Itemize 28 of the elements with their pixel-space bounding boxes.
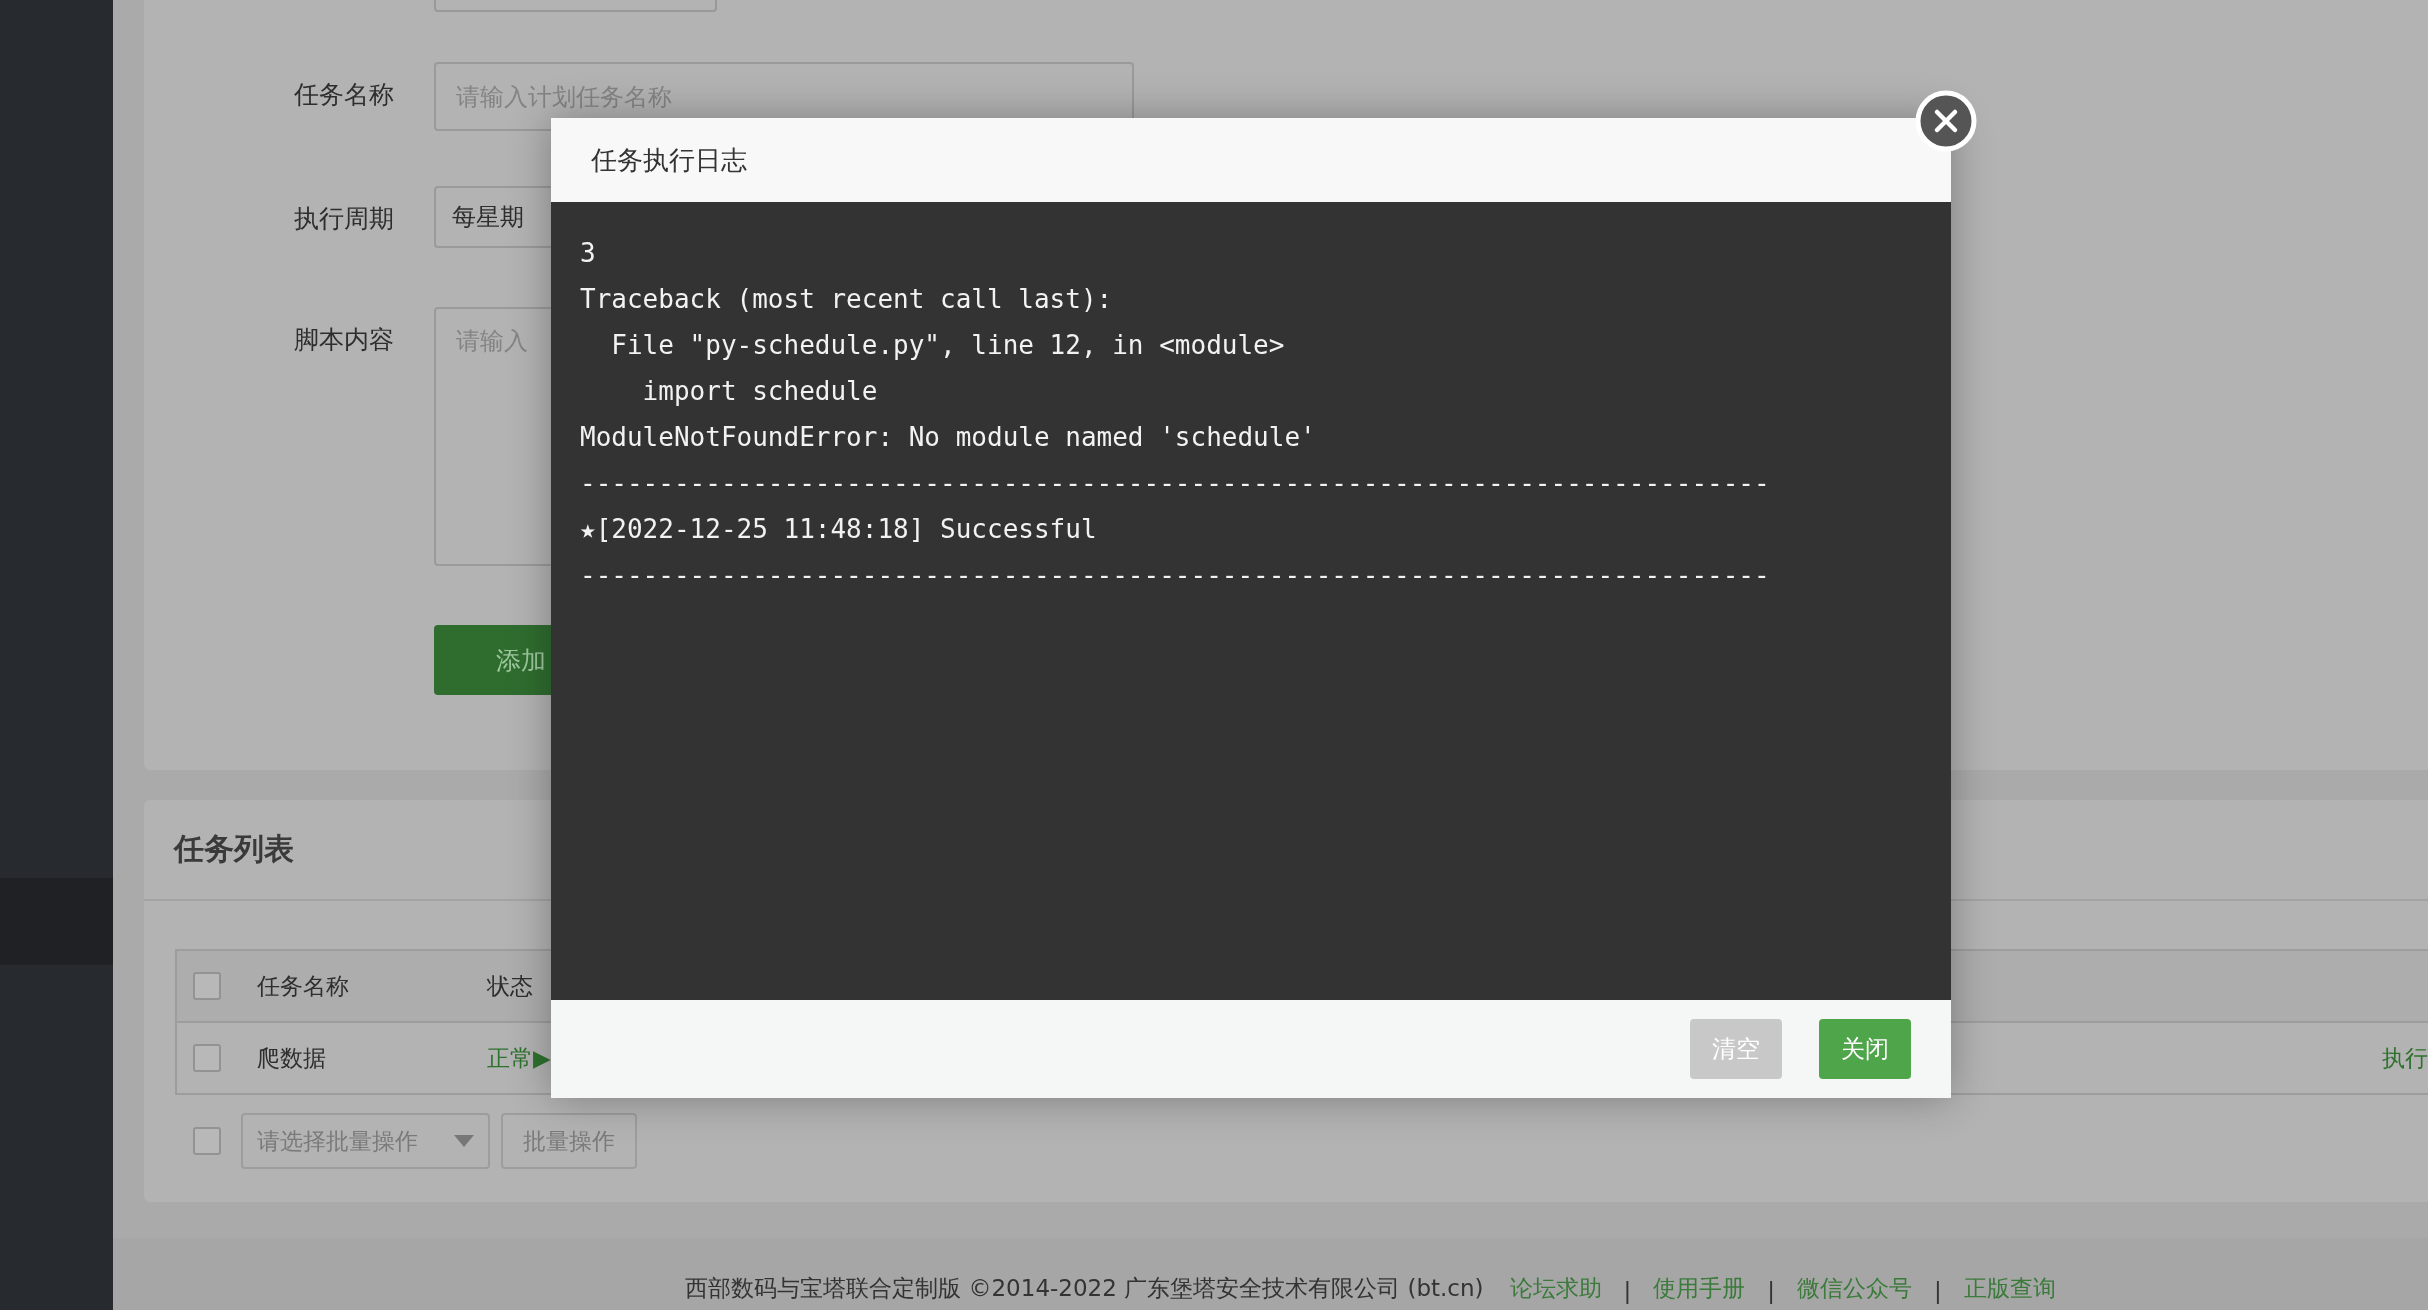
separator: | bbox=[1623, 1278, 1632, 1304]
caret-icon bbox=[454, 1135, 474, 1147]
column-header: 状态 bbox=[487, 971, 533, 1001]
column-header: 任务名称 bbox=[257, 971, 350, 1001]
log-line: File "py-schedule.py", line 12, in <module> bbox=[610, 329, 1285, 362]
dialog-button[interactable]: 关闭 bbox=[1819, 1019, 1911, 1079]
dialog-title: 任务执行日志 bbox=[591, 143, 747, 177]
batch-button[interactable]: 批量操作 bbox=[501, 1113, 637, 1169]
footer-link[interactable]: 微信公众号 bbox=[1797, 1273, 1913, 1304]
footer-link[interactable]: 正版查询 bbox=[1963, 1273, 2056, 1304]
separator: | bbox=[1767, 1278, 1776, 1304]
checkbox[interactable] bbox=[193, 1127, 221, 1155]
field-label: 任务名称 bbox=[293, 79, 395, 111]
field-label: 脚本内容 bbox=[293, 324, 395, 356]
footer-link[interactable]: 论坛求助 bbox=[1509, 1273, 1602, 1304]
status-link[interactable]: 正常▶ bbox=[487, 1042, 551, 1074]
log-line: import schedule bbox=[641, 375, 878, 408]
separator: | bbox=[1934, 1278, 1942, 1304]
run-link[interactable]: 执行 bbox=[2382, 1042, 2428, 1074]
copyright-text: 西部数码与宝塔联合定制版 ©2014-2022 广东堡塔安全技术有限公司 (bt.cn) bbox=[685, 1274, 1484, 1303]
sidebar-item[interactable] bbox=[0, 878, 113, 965]
batch-select[interactable]: 请选择批量操作 bbox=[241, 1113, 490, 1169]
section-title: 任务列表 bbox=[174, 830, 294, 868]
table-cell-text: 爬数据 bbox=[257, 1043, 327, 1073]
checkbox[interactable] bbox=[193, 972, 221, 1000]
footer-link[interactable]: 使用手册 bbox=[1653, 1273, 1746, 1304]
checkbox[interactable] bbox=[193, 1044, 221, 1072]
field-label: 执行周期 bbox=[293, 203, 395, 235]
